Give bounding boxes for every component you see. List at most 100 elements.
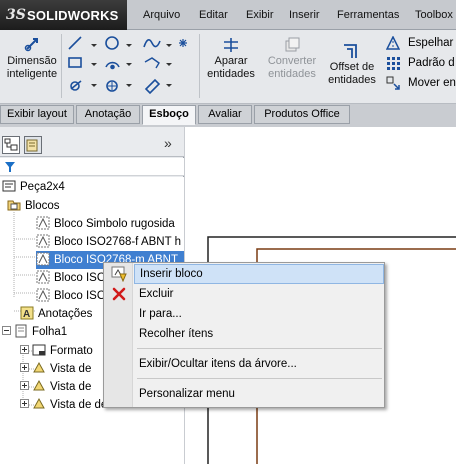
trim-entities-button[interactable]: Aparar entidades — [202, 33, 260, 101]
sheet-icon — [15, 324, 27, 338]
tab-anotacao[interactable]: Anotação — [76, 105, 140, 124]
mirror-entities-button[interactable]: Espelhar — [384, 34, 456, 54]
fillet-icon — [144, 78, 161, 95]
trim-label-1: Aparar — [214, 55, 248, 67]
solidworks-logo[interactable]: 3S SOLIDWORKS — [0, 0, 127, 30]
move-label: Mover en — [408, 77, 456, 89]
tree-node-label: Formato — [50, 345, 93, 357]
command-manager-tabs: Exibir layout Anotação Esboço Avaliar Pr… — [0, 104, 456, 125]
pattern-button[interactable]: Padrão d — [384, 54, 456, 74]
sketch-tools-grid — [68, 36, 187, 95]
command-manager: Dimensão inteligente Aparar entidades Co… — [0, 30, 456, 104]
filter-row — [0, 158, 184, 176]
format-icon — [32, 344, 46, 356]
tree-node-label: Anotações — [38, 308, 93, 320]
tree-node-label: Bloco Simbolo rugosida — [54, 218, 175, 230]
tree-node-label: Blocos — [25, 200, 60, 212]
feature-manager-tab[interactable] — [2, 136, 20, 154]
tree-node-label: Vista de — [50, 381, 92, 393]
block-icon — [36, 288, 50, 302]
tree-node-folha1[interactable]: Folha1 — [2, 323, 67, 341]
filter-icon[interactable] — [4, 160, 16, 174]
tree-node-part[interactable]: Peça2x4 — [2, 178, 65, 196]
tree-node-vista[interactable]: Vista de — [20, 378, 91, 396]
menu-ferramentas[interactable]: Ferramentas — [337, 9, 399, 21]
expand-minus-icon[interactable] — [2, 326, 11, 335]
pattern-label: Padrão d — [408, 57, 455, 69]
tab-exibir-layout[interactable]: Exibir layout — [0, 105, 74, 124]
move-icon — [386, 76, 400, 90]
offset-label-1: Offset de — [329, 61, 375, 73]
folder-icon — [7, 200, 21, 211]
menu-editar[interactable]: Editar — [199, 9, 228, 21]
context-menu-gutter — [104, 263, 133, 407]
insert-block-icon — [111, 266, 127, 282]
block-icon — [36, 216, 50, 230]
ribbon-separator — [61, 34, 62, 98]
expand-plus-icon[interactable] — [20, 345, 29, 354]
circle-icon — [105, 36, 119, 50]
menu-inserir[interactable]: Inserir — [289, 9, 320, 21]
collapse-panel-icon[interactable]: » — [164, 135, 172, 151]
menu-separator — [137, 378, 382, 379]
panel-toolbar: » — [0, 127, 184, 157]
tab-esboco[interactable]: Esboço — [142, 105, 196, 125]
expand-plus-icon[interactable] — [20, 363, 29, 372]
offset-entities-button[interactable]: Offset de entidades — [325, 33, 379, 101]
convert-icon — [285, 37, 300, 52]
offset-icon — [344, 44, 357, 58]
expand-plus-icon[interactable] — [20, 381, 29, 390]
tree-node-label: Bloco ISO2768-f ABNT h — [54, 236, 181, 248]
tree-node-block[interactable]: Bloco Simbolo rugosida — [36, 215, 175, 233]
line-icon — [68, 36, 82, 50]
svg-text:A: A — [23, 309, 30, 320]
tree-node-label: Bloco ISO — [54, 272, 106, 284]
mirror-label: Espelhar — [408, 37, 454, 49]
tree-node-label: Vista de — [50, 363, 92, 375]
move-entities-button[interactable]: Mover en — [384, 74, 456, 94]
block-icon — [36, 252, 50, 266]
smart-dimension-label-2: inteligente — [6, 68, 58, 80]
menu-toolbox[interactable]: Toolbox — [415, 9, 453, 21]
delete-icon — [112, 287, 126, 301]
menu-bar: 3S SOLIDWORKS Arquivo Editar Exibir Inse… — [0, 0, 456, 30]
mirror-icon — [386, 36, 400, 50]
tab-produtos-office[interactable]: Produtos Office — [254, 105, 350, 124]
part-icon — [2, 180, 16, 192]
menu-delete[interactable]: Excluir — [134, 284, 384, 304]
property-manager-tab[interactable] — [24, 136, 42, 154]
tree-node-formato[interactable]: Formato — [20, 342, 93, 360]
rectangle-icon — [68, 57, 82, 68]
view-icon — [33, 379, 45, 391]
view-icon — [33, 397, 45, 409]
tree-node-label: Folha1 — [32, 326, 68, 338]
menu-show-hide-tree-items[interactable]: Exibir/Ocultar itens da árvore... — [134, 354, 384, 374]
tree-node-anotacoes[interactable]: A Anotações — [20, 305, 92, 323]
tree-node-block[interactable]: Bloco ISO — [36, 269, 106, 287]
ds-logo-icon: 3S — [6, 7, 26, 23]
menu-collapse-items[interactable]: Recolher ítens — [134, 324, 384, 344]
menu-arquivo[interactable]: Arquivo — [143, 9, 180, 21]
polygon-icon — [144, 57, 160, 69]
menu-exibir[interactable]: Exibir — [246, 9, 274, 21]
spline-icon — [143, 39, 161, 48]
block-icon — [36, 234, 50, 248]
tree-node-label: Bloco ISO — [54, 290, 106, 302]
menu-customize[interactable]: Personalizar menu — [134, 384, 384, 404]
tree-node-block[interactable]: Bloco ISO2768-f ABNT h — [36, 233, 181, 251]
tab-avaliar[interactable]: Avaliar — [198, 105, 252, 124]
smart-dimension-button[interactable]: Dimensão inteligente — [4, 33, 60, 101]
tree-node-block[interactable]: Bloco ISO — [36, 287, 106, 305]
tree-node-blocos[interactable]: Blocos — [7, 197, 60, 215]
tree-icon — [4, 138, 18, 151]
convert-label-1: Converter — [267, 55, 317, 67]
menu-separator — [137, 348, 382, 349]
convert-label-2: entidades — [268, 68, 316, 80]
menu-go-to[interactable]: Ir para... — [134, 304, 384, 324]
tree-node-label: Peça2x4 — [20, 181, 65, 193]
app-title: SOLIDWORKS — [27, 8, 119, 23]
menu-insert-block[interactable]: Inserir bloco — [134, 264, 384, 284]
convert-entities-button[interactable]: Converter entidades — [262, 33, 322, 101]
expand-plus-icon[interactable] — [20, 399, 29, 408]
tree-node-vista[interactable]: Vista de — [20, 360, 91, 378]
